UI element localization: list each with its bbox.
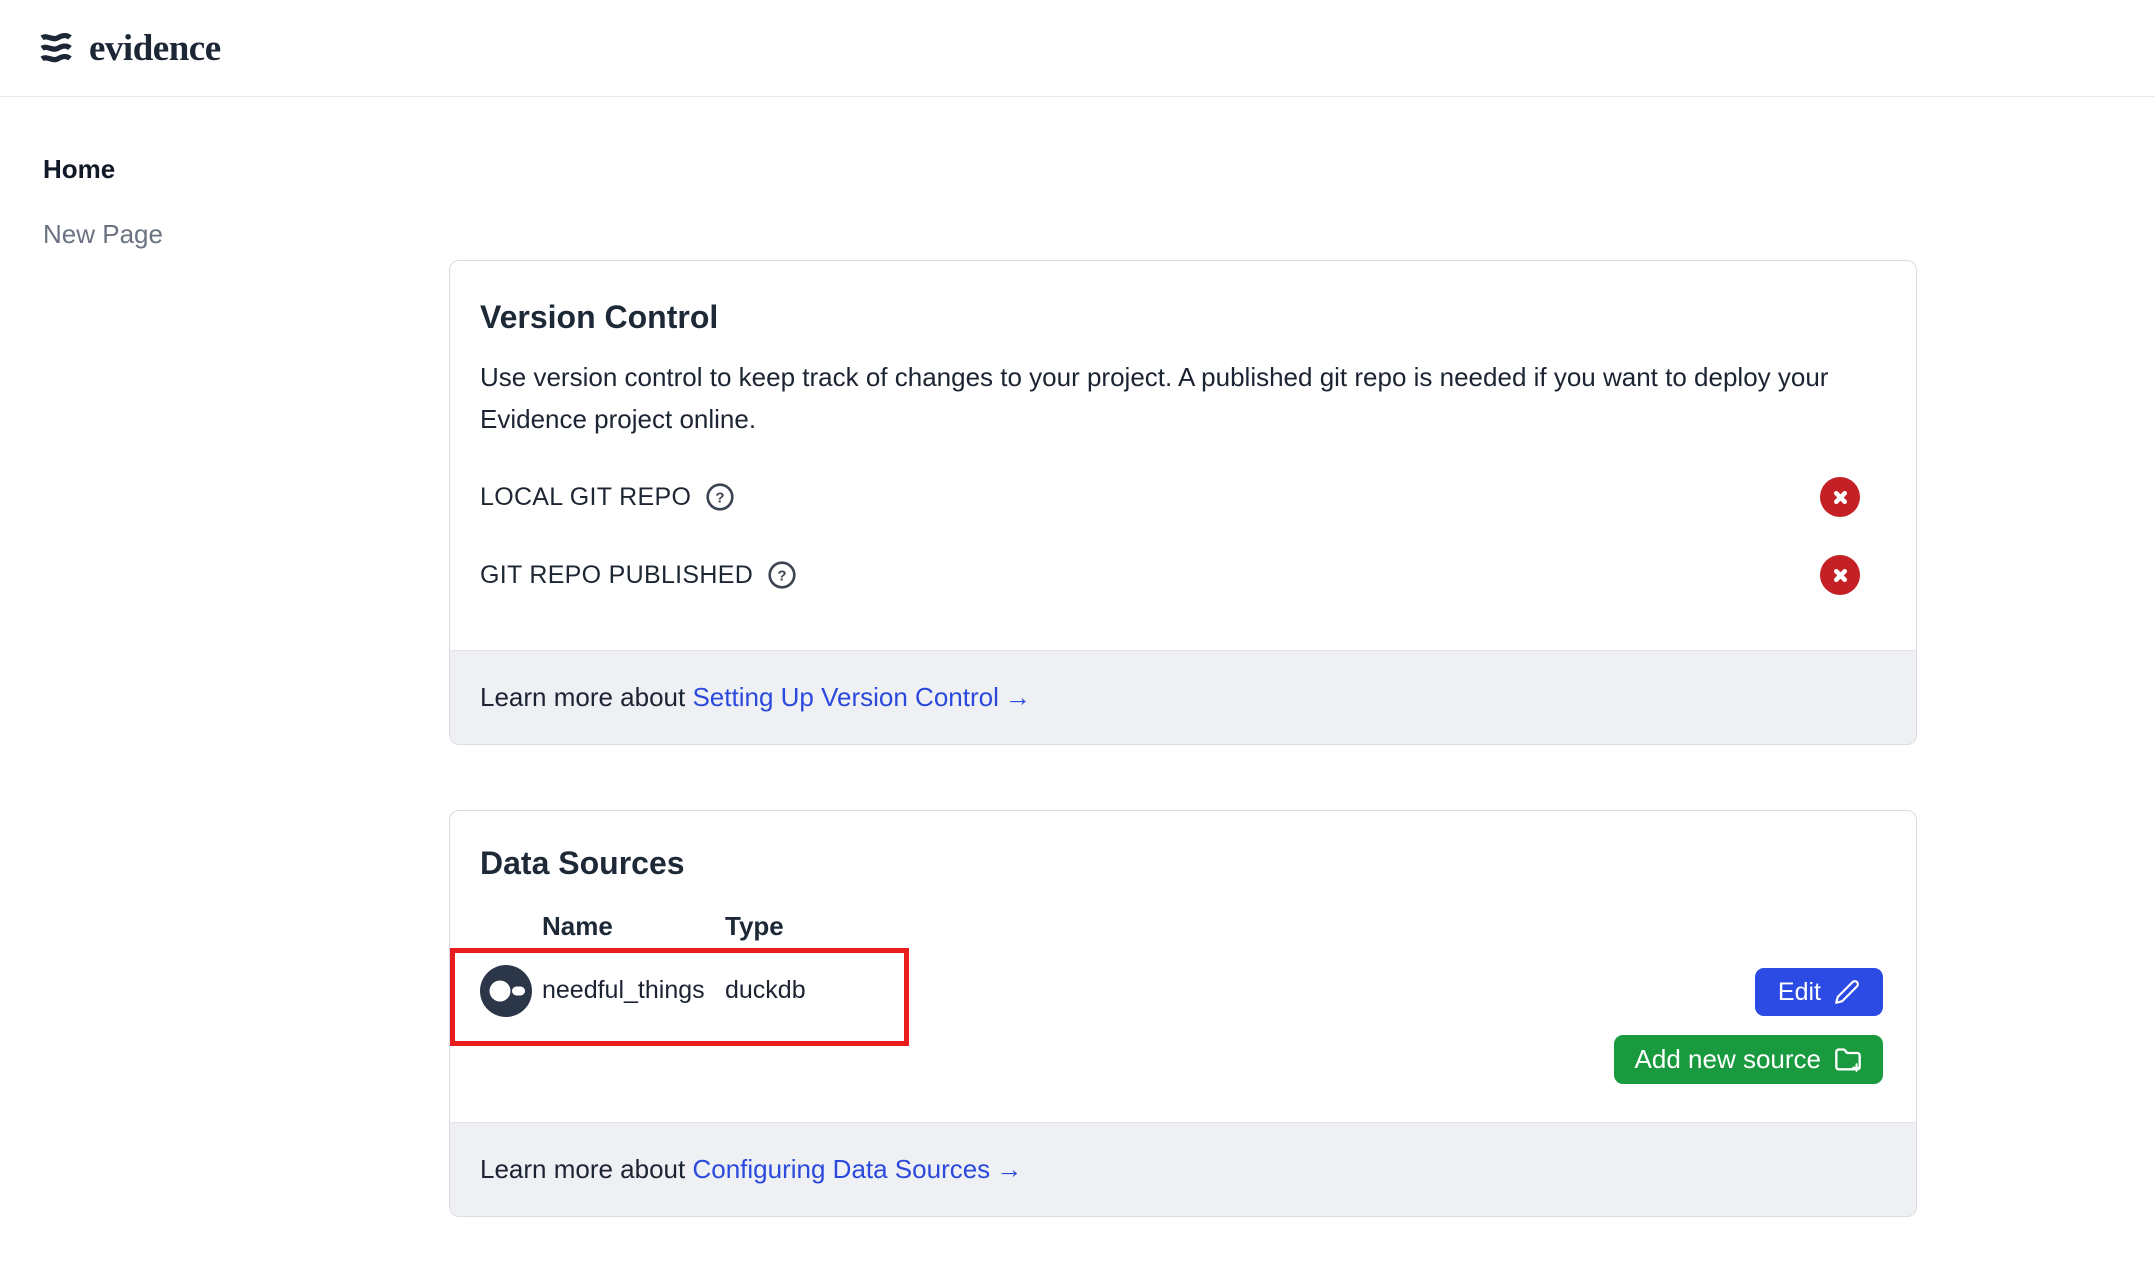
svg-text:?: ? — [777, 568, 786, 585]
version-control-title: Version Control — [480, 299, 1873, 336]
arrow-right-icon: → — [1005, 682, 1031, 712]
local-git-repo-label: LOCAL GIT REPO — [480, 483, 691, 512]
add-new-source-button[interactable]: Add new source — [1614, 1035, 1883, 1084]
data-sources-card: Data Sources Name Type needful_thing — [449, 810, 1917, 1217]
version-control-footer: Learn more about Setting Up Version Cont… — [450, 650, 1916, 744]
status-row-local-git-repo: LOCAL GIT REPO ? — [480, 476, 1873, 518]
git-repo-published-label: GIT REPO PUBLISHED — [480, 561, 753, 590]
x-circle-icon — [1820, 477, 1860, 517]
configuring-data-sources-link[interactable]: Configuring Data Sources — [692, 1154, 990, 1184]
app-header: evidence — [0, 0, 2154, 97]
pencil-icon — [1834, 979, 1860, 1005]
edit-button[interactable]: Edit — [1755, 968, 1883, 1016]
folder-plus-icon — [1834, 1046, 1862, 1074]
data-sources-title: Data Sources — [480, 845, 1883, 882]
column-header-type: Type — [725, 911, 1883, 942]
help-icon[interactable]: ? — [705, 482, 735, 512]
version-control-description: Use version control to keep track of cha… — [480, 356, 1873, 440]
version-control-card: Version Control Use version control to k… — [449, 260, 1917, 745]
x-circle-icon — [1820, 555, 1860, 595]
column-header-name: Name — [542, 911, 725, 942]
duckdb-logo-icon — [480, 965, 532, 1017]
source-name: needful_things — [542, 976, 725, 1005]
setting-up-version-control-link[interactable]: Setting Up Version Control — [692, 682, 998, 712]
svg-text:?: ? — [716, 490, 725, 507]
arrow-right-icon: → — [996, 1154, 1022, 1184]
table-header-row: Name Type — [480, 910, 1883, 942]
evidence-logo-icon — [35, 27, 77, 69]
learn-more-prefix: Learn more about — [480, 1154, 692, 1184]
status-row-git-repo-published: GIT REPO PUBLISHED ? — [480, 554, 1873, 596]
main-content: Version Control Use version control to k… — [449, 97, 1917, 1217]
sidebar: Home New Page — [0, 97, 449, 1217]
logo-text: evidence — [89, 27, 221, 70]
sidebar-item-new-page[interactable]: New Page — [43, 218, 449, 250]
learn-more-prefix: Learn more about — [480, 682, 692, 712]
data-sources-footer: Learn more about Configuring Data Source… — [450, 1122, 1916, 1216]
evidence-logo[interactable]: evidence — [35, 27, 221, 70]
data-source-actions: Edit Add new source — [1614, 968, 1883, 1084]
add-new-source-label: Add new source — [1635, 1044, 1821, 1075]
help-icon[interactable]: ? — [767, 560, 797, 590]
edit-button-label: Edit — [1778, 978, 1821, 1007]
sidebar-item-home[interactable]: Home — [43, 153, 449, 185]
